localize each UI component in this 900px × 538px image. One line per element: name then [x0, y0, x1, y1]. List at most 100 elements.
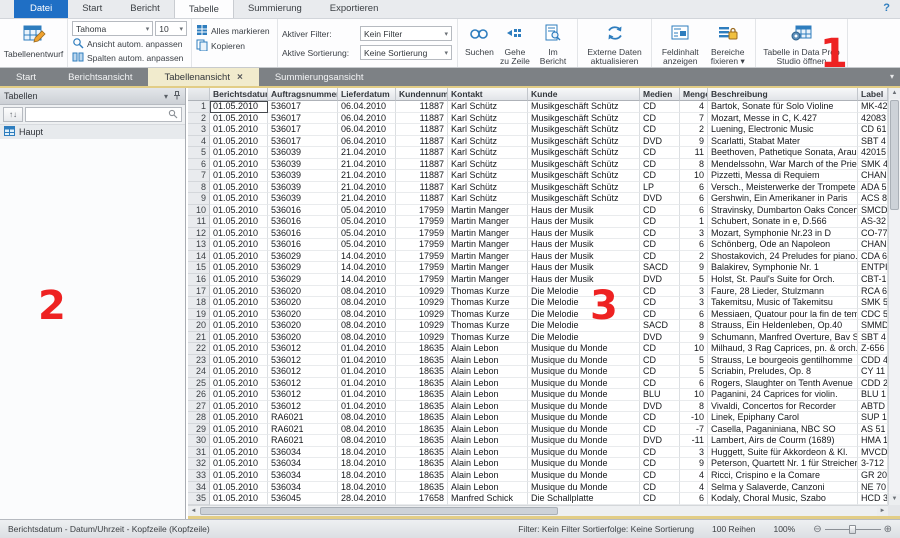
table-cell[interactable]: CD — [640, 170, 680, 182]
table-cell[interactable]: Thomas Kurze — [448, 332, 528, 344]
table-cell[interactable]: 4 — [680, 470, 708, 482]
table-cell[interactable]: 17959 — [396, 239, 448, 251]
column-header[interactable]: Lieferdatum — [338, 88, 396, 101]
row-number[interactable]: 29 — [188, 424, 210, 436]
table-cell[interactable]: Musikgeschäft Schütz — [528, 159, 640, 171]
table-cell[interactable]: 01.05.2010 — [210, 458, 268, 470]
table-cell[interactable]: Martin Manger — [448, 239, 528, 251]
table-cell[interactable]: 536029 — [268, 251, 338, 263]
feldinhalt-button[interactable]: Feldinhalt anzeigen — [656, 21, 704, 65]
table-cell[interactable]: 2 — [680, 251, 708, 263]
table-cell[interactable]: 10929 — [396, 320, 448, 332]
table-cell[interactable]: Faure, 28 Lieder, Stulzmann — [708, 286, 858, 298]
table-cell[interactable]: LP — [640, 182, 680, 194]
table-cell[interactable]: Musique du Monde — [528, 378, 640, 390]
table-cell[interactable]: ENTPI — [858, 262, 888, 274]
row-number[interactable]: 1 — [188, 101, 210, 113]
table-cell[interactable]: CD — [640, 309, 680, 321]
table-cell[interactable]: Karl Schütz — [448, 159, 528, 171]
table-cell[interactable]: Schumann, Manfred Overture, Bav SO — [708, 332, 858, 344]
table-cell[interactable]: 01.05.2010 — [210, 124, 268, 136]
table-cell[interactable]: 08.04.2010 — [338, 332, 396, 344]
row-number[interactable]: 5 — [188, 147, 210, 159]
table-cell[interactable]: RCA 6 — [858, 286, 888, 298]
tab-datei[interactable]: Datei — [14, 0, 68, 18]
scroll-left-icon[interactable]: ◄ — [188, 506, 199, 516]
table-cell[interactable]: CD — [640, 216, 680, 228]
table-cell[interactable]: 5 — [680, 355, 708, 367]
row-number[interactable]: 14 — [188, 251, 210, 263]
table-cell[interactable]: 01.05.2010 — [210, 355, 268, 367]
table-cell[interactable]: CDD 4 — [858, 355, 888, 367]
table-cell[interactable]: 18635 — [396, 412, 448, 424]
table-cell[interactable]: Strauss, Le bourgeois gentilhomme — [708, 355, 858, 367]
table-cell[interactable]: CDC 5 — [858, 309, 888, 321]
table-cell[interactable]: 01.05.2010 — [210, 482, 268, 494]
table-cell[interactable]: 17959 — [396, 262, 448, 274]
table-cell[interactable]: 01.04.2010 — [338, 389, 396, 401]
row-number[interactable]: 21 — [188, 332, 210, 344]
table-cell[interactable]: 21.04.2010 — [338, 193, 396, 205]
table-cell[interactable]: 21.04.2010 — [338, 159, 396, 171]
table-cell[interactable]: 10929 — [396, 286, 448, 298]
help-icon[interactable]: ? — [883, 2, 890, 14]
column-header[interactable]: Auftragsnummer — [268, 88, 338, 101]
table-cell[interactable]: GR 20 — [858, 470, 888, 482]
table-cell[interactable]: Haus der Musik — [528, 239, 640, 251]
table-cell[interactable]: Thomas Kurze — [448, 309, 528, 321]
table-row[interactable]: 701.05.201053603921.04.201011887Karl Sch… — [188, 170, 888, 182]
table-cell[interactable]: BLU 1 — [858, 389, 888, 401]
row-number[interactable]: 25 — [188, 378, 210, 390]
row-number[interactable]: 15 — [188, 262, 210, 274]
font-name-select[interactable]: Tahoma ▾ — [72, 21, 153, 36]
table-row[interactable]: 901.05.201053603921.04.201011887Karl Sch… — [188, 193, 888, 205]
table-cell[interactable]: 11887 — [396, 101, 448, 113]
table-cell[interactable]: 18.04.2010 — [338, 482, 396, 494]
table-cell[interactable]: 536029 — [268, 274, 338, 286]
table-cell[interactable]: Die Melodie — [528, 286, 640, 298]
table-cell[interactable]: 08.04.2010 — [338, 286, 396, 298]
table-cell[interactable]: Alain Lebon — [448, 343, 528, 355]
table-cell[interactable]: 01.04.2010 — [338, 401, 396, 413]
table-row[interactable]: 1001.05.201053601605.04.201017959Martin … — [188, 205, 888, 217]
table-cell[interactable]: DVD — [640, 274, 680, 286]
table-cell[interactable]: ABTD — [858, 401, 888, 413]
table-cell[interactable]: 28.04.2010 — [338, 493, 396, 505]
table-cell[interactable]: Mendelssohn, War March of the Priests — [708, 159, 858, 171]
table-cell[interactable]: Musique du Monde — [528, 424, 640, 436]
table-cell[interactable]: RA6021 — [268, 412, 338, 424]
table-cell[interactable]: Selma y Salaverde, Canzoni — [708, 482, 858, 494]
table-cell[interactable]: Rogers, Slaughter on Tenth Avenue — [708, 378, 858, 390]
table-cell[interactable]: ADA 5 — [858, 182, 888, 194]
table-cell[interactable]: 11887 — [396, 113, 448, 125]
table-cell[interactable]: SACD — [640, 262, 680, 274]
table-cell[interactable]: 17959 — [396, 251, 448, 263]
table-cell[interactable]: 01.05.2010 — [210, 412, 268, 424]
table-row[interactable]: 2501.05.201053601201.04.201018635Alain L… — [188, 378, 888, 390]
table-cell[interactable]: 6 — [680, 193, 708, 205]
table-cell[interactable]: 18.04.2010 — [338, 447, 396, 459]
table-cell[interactable]: AS-32 — [858, 216, 888, 228]
table-cell[interactable]: 01.05.2010 — [210, 320, 268, 332]
table-cell[interactable]: 14.04.2010 — [338, 262, 396, 274]
row-number[interactable]: 22 — [188, 343, 210, 355]
table-cell[interactable]: 06.04.2010 — [338, 113, 396, 125]
table-cell[interactable]: 10929 — [396, 297, 448, 309]
vertical-scroll-thumb[interactable] — [890, 100, 899, 210]
table-cell[interactable]: HCD 3 — [858, 493, 888, 505]
table-cell[interactable]: 9 — [680, 262, 708, 274]
pin-icon[interactable] — [173, 91, 181, 102]
table-cell[interactable]: 42083 — [858, 113, 888, 125]
table-row[interactable]: 3501.05.201053604528.04.201017658Manfred… — [188, 493, 888, 505]
table-cell[interactable]: BLU — [640, 389, 680, 401]
table-row[interactable]: 301.05.201053601706.04.201011887Karl Sch… — [188, 124, 888, 136]
table-cell[interactable]: 18635 — [396, 355, 448, 367]
table-cell[interactable]: 3-712 — [858, 458, 888, 470]
table-cell[interactable]: 536039 — [268, 147, 338, 159]
table-cell[interactable]: Karl Schütz — [448, 124, 528, 136]
tab-tabelle[interactable]: Tabelle — [174, 0, 234, 18]
table-cell[interactable]: Musique du Monde — [528, 366, 640, 378]
table-cell[interactable]: 536016 — [268, 239, 338, 251]
table-cell[interactable]: CD — [640, 447, 680, 459]
table-cell[interactable]: Karl Schütz — [448, 136, 528, 148]
